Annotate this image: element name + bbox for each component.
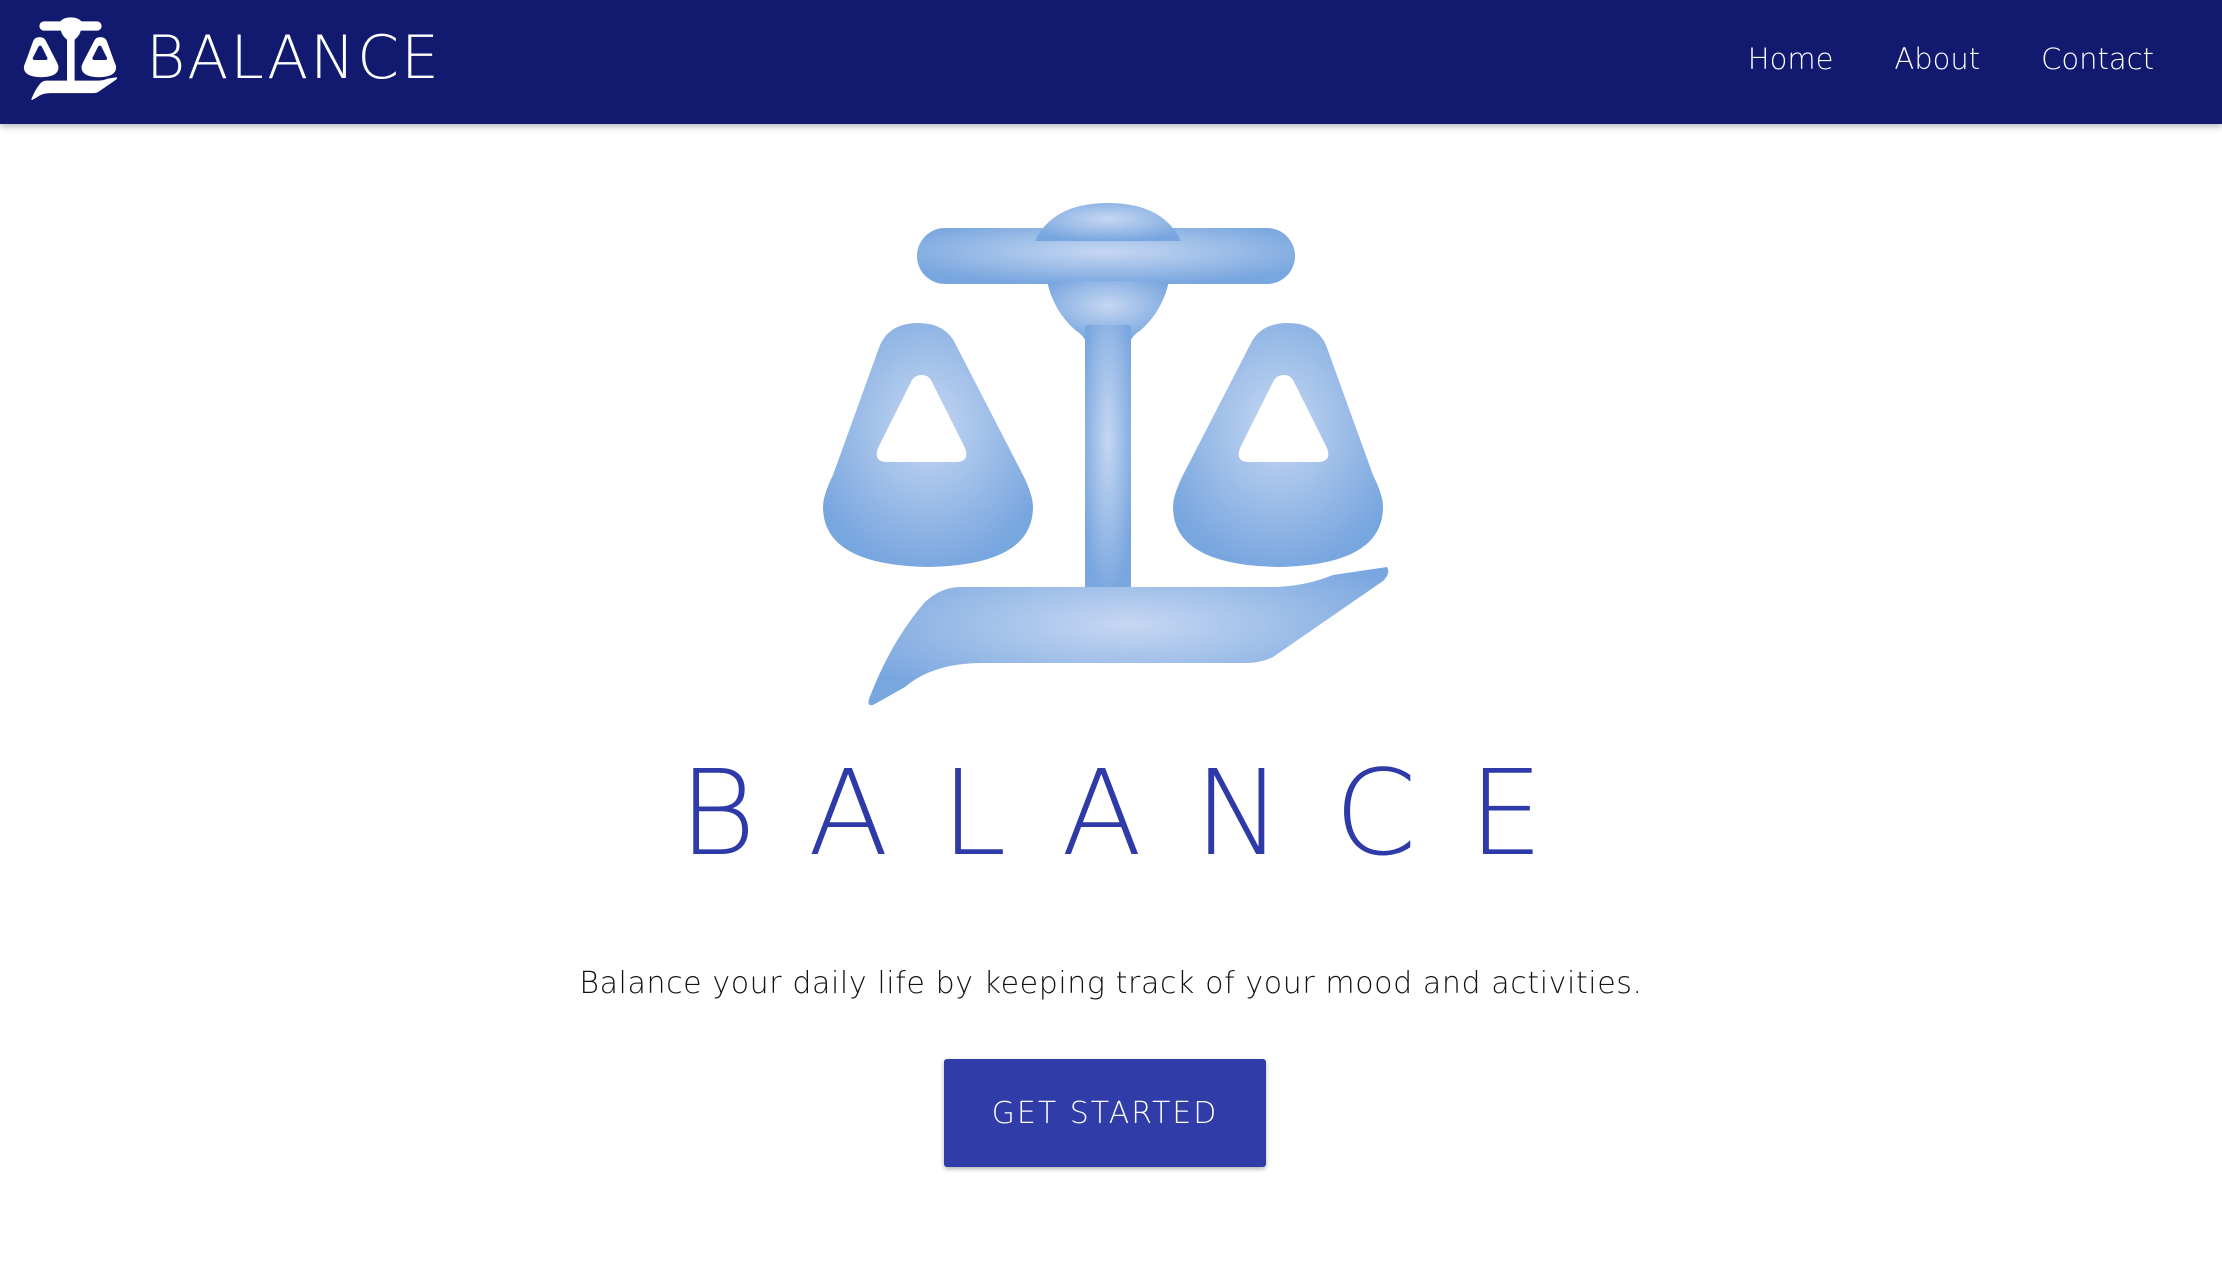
- hero-title: BALANCE: [678, 744, 1596, 882]
- top-navbar: BALANCE Home About Contact: [0, 0, 2222, 124]
- brand-link[interactable]: BALANCE: [22, 16, 441, 100]
- brand-name: BALANCE: [146, 23, 441, 93]
- balance-scale-icon: [22, 16, 118, 100]
- nav-about-link[interactable]: About: [1894, 42, 1980, 76]
- nav-contact-link[interactable]: Contact: [2041, 42, 2154, 76]
- nav-home-link[interactable]: Home: [1748, 42, 1834, 76]
- nav-links: Home About Contact: [1687, 0, 2154, 118]
- hero-tagline: Balance your daily life by keeping track…: [579, 966, 1643, 1001]
- get-started-button[interactable]: GET STARTED: [944, 1059, 1266, 1167]
- balance-scale-icon: [813, 195, 1393, 705]
